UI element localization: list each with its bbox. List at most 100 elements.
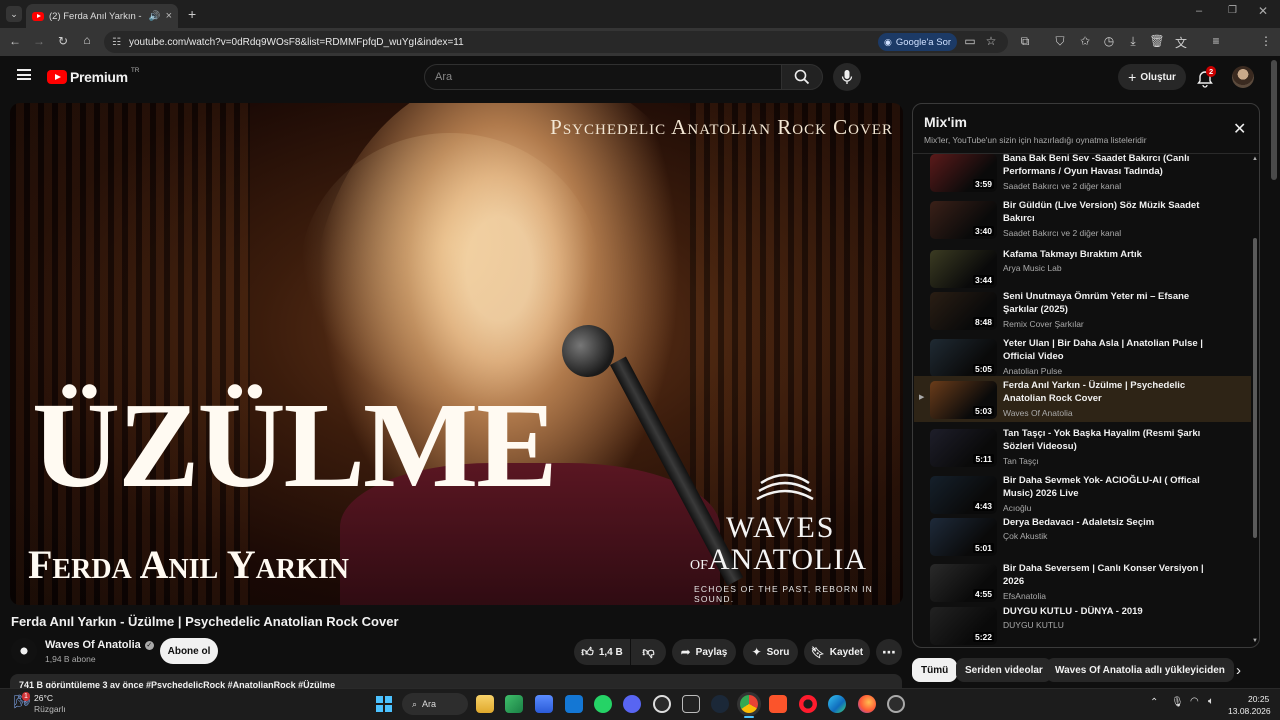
playlist-item[interactable]: 5:22 DUYGU KUTLU - DÜNYA - 2019 DUYGU KUTL… — [914, 605, 1251, 647]
scrollbar-thumb[interactable] — [1253, 238, 1257, 538]
bookmark-star-icon[interactable]: ☆ — [983, 34, 999, 48]
clock-time[interactable]: 20:25 — [1248, 694, 1269, 704]
playlist-item-title[interactable]: Bir Daha Sevmek Yok- ACIOĞLU-AI ( Offica… — [1003, 474, 1223, 500]
back-icon[interactable]: ← — [7, 34, 23, 48]
windows-start-icon[interactable] — [376, 696, 392, 712]
reload-icon[interactable]: ↻ — [55, 34, 71, 48]
playlist-item-title[interactable]: DUYGU KUTLU - DÜNYA - 2019 — [1003, 605, 1223, 618]
wifi-icon[interactable]: ◠ — [1190, 696, 1199, 707]
description-box[interactable]: 741 B görüntüleme 3 ay önce #Psychedelic… — [10, 674, 902, 688]
playlist-thumbnail[interactable]: 5:05 — [930, 339, 997, 377]
playlist-thumbnail[interactable]: 3:59 — [930, 154, 997, 192]
close-panel-icon[interactable]: ✕ — [1233, 119, 1246, 139]
playlist-item-title[interactable]: Bana Bak Beni Sev -Saadet Bakırcı (Canlı… — [1003, 154, 1223, 178]
chips-next-icon[interactable]: › — [1236, 662, 1241, 679]
clock-date[interactable]: 13.08.2026 — [1228, 706, 1271, 716]
playlist-thumbnail[interactable]: 5:11 — [930, 429, 997, 467]
chrome-icon[interactable] — [740, 695, 758, 713]
site-info-icon[interactable]: ☷ — [112, 37, 121, 48]
playlist-item-title[interactable]: Bir Güldün (Live Version) Söz Müzik Saad… — [1003, 199, 1223, 225]
playlist-thumbnail[interactable]: 3:40 — [930, 201, 997, 239]
extensions-icon[interactable]: ⧉ — [1017, 34, 1033, 49]
scroll-up-icon[interactable]: ▲ — [1252, 156, 1258, 162]
search-input[interactable]: Ara — [424, 64, 782, 90]
outlook-icon[interactable] — [565, 695, 583, 713]
voice-search-button[interactable] — [833, 63, 861, 91]
playlist-thumbnail[interactable]: 8:48 — [930, 292, 997, 330]
filter-chip[interactable]: Tümü — [912, 658, 958, 682]
playlist-item[interactable]: 3:40 Bir Güldün (Live Version) Söz Müzik … — [914, 199, 1251, 245]
create-button[interactable]: + Oluştur — [1118, 64, 1186, 90]
playlist-item-title[interactable]: Derya Bedavacı - Adaletsiz Seçim — [1003, 516, 1223, 529]
volume-icon[interactable]: 🔈︎ — [1208, 696, 1214, 707]
save-button[interactable]: 🔖︎ Kaydet — [804, 639, 870, 665]
new-tab-button[interactable]: + — [188, 6, 196, 22]
playlist-item-title[interactable]: Tan Taşçı - Yok Başka Hayalim (Resmi Şar… — [1003, 427, 1223, 453]
cast-icon[interactable]: ▭ — [962, 34, 978, 48]
xbox-icon[interactable] — [653, 695, 671, 713]
playlist-item[interactable]: 4:43 Bir Daha Sevmek Yok- ACIOĞLU-AI ( Of… — [914, 474, 1251, 520]
whatsapp-icon[interactable] — [594, 695, 612, 713]
favorites-icon[interactable]: ✩ — [1077, 34, 1093, 48]
steam-icon[interactable] — [711, 695, 729, 713]
minimize-window-icon[interactable]: – — [1196, 5, 1202, 17]
settings-gear-icon[interactable] — [887, 695, 905, 713]
tray-overflow-icon[interactable]: ⌃ — [1150, 697, 1158, 708]
playlist-item-title[interactable]: Kafama Takmayı Bıraktım Artık — [1003, 248, 1223, 261]
playlist-item[interactable]: 5:01 Derya Bedavacı - Adaletsiz Seçim Çok … — [914, 516, 1251, 562]
page-scrollbar[interactable] — [1271, 60, 1277, 180]
playlist-item[interactable]: 4:55 Bir Daha Seversem | Canlı Konser Ver… — [914, 562, 1251, 608]
filter-chip[interactable]: Seriden videolar — [956, 658, 1052, 682]
playlist-item[interactable]: 3:59 Bana Bak Beni Sev -Saadet Bakırcı (C… — [914, 154, 1251, 198]
filter-chip[interactable]: Waves Of Anatolia adlı yükleyiciden — [1046, 658, 1234, 682]
store-icon[interactable] — [535, 695, 553, 713]
translate-icon[interactable]: 文 — [1173, 34, 1189, 51]
downloads-icon[interactable]: ⤓ — [1125, 34, 1141, 49]
playlist-thumbnail[interactable]: 5:03 — [930, 381, 997, 419]
like-button[interactable]: 👍︎ 1,4 B — [574, 639, 630, 665]
playlist-item[interactable]: 3:44 Kafama Takmayı Bıraktım Artık Arya Mu… — [914, 248, 1251, 294]
restore-window-icon[interactable]: ❐ — [1228, 5, 1237, 16]
playlist-item-title[interactable]: Ferda Anıl Yarkın - Üzülme | Psychedelic… — [1003, 379, 1223, 405]
playlist-item[interactable]: 8:48 Seni Unutmaya Ömrüm Yeter mi – Efsan… — [914, 290, 1251, 336]
tab-close-icon[interactable]: × — [166, 10, 172, 22]
channel-name[interactable]: Waves Of Anatolia ✓ — [45, 639, 154, 651]
edge-icon[interactable] — [828, 695, 846, 713]
playlist-item[interactable]: 5:11 Tan Taşçı - Yok Başka Hayalim (Resmi… — [914, 427, 1251, 473]
more-actions-button[interactable]: ⋯ — [876, 639, 902, 665]
channel-avatar[interactable] — [11, 638, 37, 664]
ask-google-button[interactable]: ◉ Google'a Sor — [878, 33, 958, 51]
browser-menu-icon[interactable]: ⋮ — [1258, 34, 1274, 48]
scrollbar-track[interactable]: ▲ ▼ — [1252, 156, 1258, 646]
tab-list-chevron-icon[interactable]: ⌄ — [6, 6, 22, 22]
discord-icon[interactable] — [623, 695, 641, 713]
playlist-item-title[interactable]: Bir Daha Seversem | Canlı Konser Versiyo… — [1003, 562, 1223, 588]
microphone-tray-icon[interactable]: 🎙︎ — [1171, 697, 1184, 708]
video-player[interactable]: Psychedelic Anatolian Rock Cover ÜZÜLME … — [10, 103, 903, 605]
audio-playing-icon[interactable]: 🔊 — [149, 11, 161, 22]
scroll-down-icon[interactable]: ▼ — [1252, 638, 1258, 644]
search-button[interactable] — [781, 64, 823, 90]
playlist-thumbnail[interactable]: 4:55 — [930, 564, 997, 602]
weather-widget[interactable]: 🌬︎ 1 26°C Rüzgarlı — [14, 692, 94, 716]
browser-tab[interactable]: (2) Ferda Anıl Yarkın - Üzülme 🔊 × — [26, 4, 178, 28]
account-avatar[interactable] — [1232, 66, 1254, 88]
youtube-logo[interactable]: Premium TR — [47, 67, 139, 85]
opera-icon[interactable] — [799, 695, 817, 713]
file-explorer-icon[interactable] — [476, 695, 494, 713]
subscribe-button[interactable]: Abone ol — [160, 638, 218, 664]
dislike-button[interactable]: 👎︎ — [631, 639, 666, 665]
ask-button[interactable]: ✦ Soru — [743, 639, 798, 665]
history-icon[interactable]: ◷ — [1101, 34, 1117, 48]
toolbar-icon-1[interactable]: ⛉ — [1052, 34, 1068, 49]
close-window-icon[interactable]: ✕ — [1258, 4, 1268, 18]
edge-dev-icon[interactable] — [505, 695, 523, 713]
address-field[interactable]: ☷ youtube.com/watch?v=0dRdq9WOsF8&list=R… — [104, 31, 1008, 53]
playlist-thumbnail[interactable]: 4:43 — [930, 476, 997, 514]
delete-icon[interactable]: 🗑 — [1149, 34, 1165, 48]
reading-list-icon[interactable]: ≡ — [1208, 34, 1224, 48]
playlist-item-title[interactable]: Seni Unutmaya Ömrüm Yeter mi – Efsane Şa… — [1003, 290, 1223, 316]
taskbar-search[interactable]: ⌕ Ara — [402, 693, 468, 715]
forward-icon[interactable]: → — [31, 34, 47, 48]
firefox-icon[interactable] — [858, 695, 876, 713]
